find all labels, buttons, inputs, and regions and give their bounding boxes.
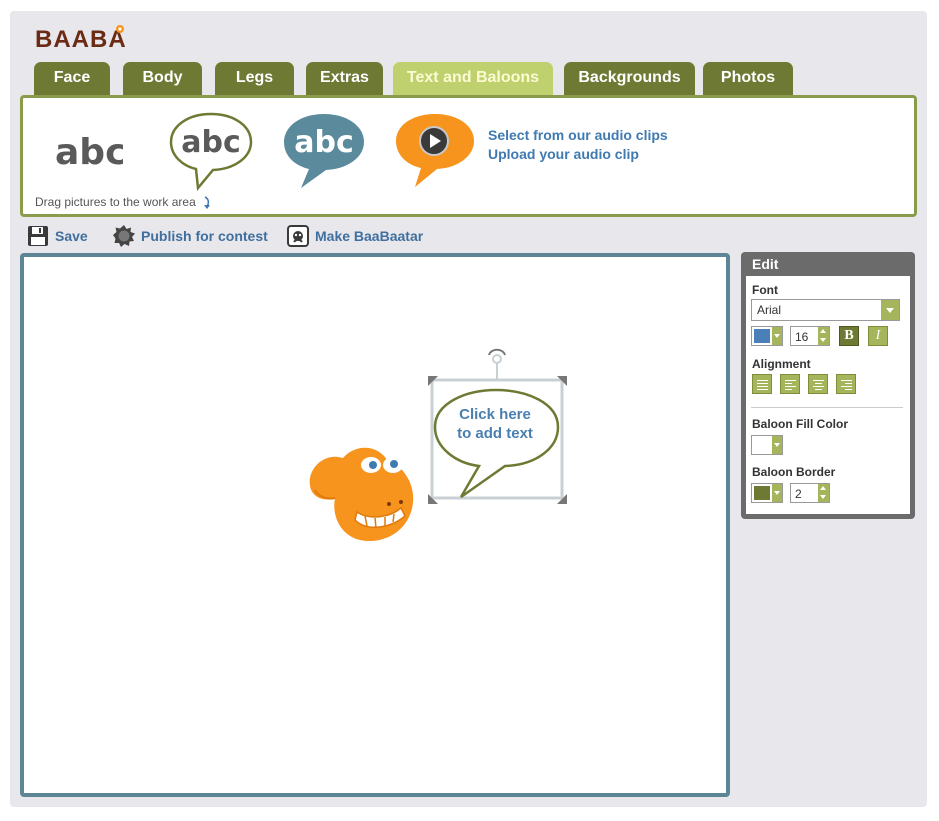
font-size-stepper[interactable]: 16 (790, 326, 830, 346)
stepper-up-icon[interactable] (818, 484, 829, 493)
badge-icon (113, 225, 135, 247)
floppy-disk-icon (28, 226, 48, 246)
item-palette: abc abc abc Select from our audio clips … (20, 95, 917, 217)
chevron-down-icon (772, 484, 782, 502)
border-color-picker[interactable] (751, 483, 783, 503)
baloon-fill-color-label: Baloon Fill Color (752, 417, 848, 431)
alignment-label: Alignment (752, 357, 811, 371)
publish-for-contest-button[interactable]: Publish for contest (113, 224, 268, 248)
chevron-down-icon (881, 300, 899, 320)
upload-audio-clip-link[interactable]: Upload your audio clip (488, 145, 668, 164)
tab-photos[interactable]: Photos (703, 62, 793, 96)
drag-hint-text: Drag pictures to the work area (35, 195, 196, 209)
font-label: Font (752, 283, 778, 297)
italic-button[interactable]: I (868, 326, 888, 346)
outline-speech-balloon-item[interactable]: abc (168, 111, 254, 191)
tab-face[interactable]: Face (34, 62, 110, 96)
border-color-swatch (754, 486, 770, 500)
audio-balloon-item[interactable] (393, 112, 477, 190)
save-button[interactable]: Save (27, 224, 88, 248)
align-left-button[interactable] (780, 374, 800, 394)
save-label: Save (55, 228, 88, 244)
plain-text-item[interactable]: abc (53, 128, 123, 172)
tab-text-and-baloons[interactable]: Text and Baloons (393, 62, 553, 96)
svg-text:abc: abc (294, 125, 354, 160)
baloon-border-label: Baloon Border (752, 465, 836, 479)
font-size-value: 16 (795, 330, 809, 344)
make-baabaatar-button[interactable]: Make BaaBaatar (287, 224, 423, 248)
font-color-swatch (754, 329, 770, 343)
align-justify-button[interactable] (752, 374, 772, 394)
select-audio-clip-link[interactable]: Select from our audio clips (488, 126, 668, 145)
tab-extras[interactable]: Extras (306, 62, 383, 96)
chevron-down-icon (772, 436, 782, 454)
fill-color-swatch (754, 438, 770, 452)
bold-button[interactable]: B (839, 326, 859, 346)
balloon-text[interactable]: Click here to add text (430, 405, 560, 443)
make-baabaatar-label: Make BaaBaatar (315, 228, 424, 244)
font-color-picker[interactable] (751, 326, 783, 346)
audio-links: Select from our audio clips Upload your … (488, 126, 668, 164)
font-select[interactable]: Arial (751, 299, 900, 321)
stepper-down-icon[interactable] (818, 336, 829, 345)
font-select-value: Arial (757, 303, 782, 317)
stepper-up-icon[interactable] (818, 327, 829, 336)
chevron-down-icon (772, 327, 782, 345)
logo: BAABAA (35, 22, 144, 53)
tab-legs[interactable]: Legs (215, 62, 294, 96)
drag-hint: Drag pictures to the work area (35, 195, 212, 210)
balloon-text-line-2: to add text (457, 425, 533, 442)
fill-color-picker[interactable] (751, 435, 783, 455)
align-center-button[interactable] (808, 374, 828, 394)
sheep-character[interactable] (305, 438, 417, 544)
border-width-stepper[interactable]: 2 (790, 483, 830, 503)
edit-panel-body: Font Arial 16 B I Alignment Baloon Fill … (746, 276, 910, 514)
panel-divider (751, 407, 903, 408)
publish-label: Publish for contest (141, 228, 268, 244)
tab-backgrounds[interactable]: Backgrounds (564, 62, 695, 96)
rotate-handle-icon[interactable] (492, 354, 502, 364)
border-width-value: 2 (795, 487, 802, 501)
down-arrow-icon (204, 196, 211, 209)
stepper-down-icon[interactable] (818, 493, 829, 502)
tab-body[interactable]: Body (123, 62, 202, 96)
svg-text:BAABAA: BAABAA (35, 26, 127, 52)
avatar-frame-icon (287, 225, 309, 247)
align-right-button[interactable] (836, 374, 856, 394)
balloon-text-line-1: Click here (459, 406, 531, 423)
filled-speech-balloon-item[interactable]: abc (281, 111, 367, 191)
edit-panel-title: Edit (752, 256, 779, 272)
svg-text:abc: abc (181, 125, 241, 160)
edit-panel: Edit Font Arial 16 B I Alignment Baloon … (741, 252, 915, 519)
svg-text:abc: abc (55, 132, 123, 172)
